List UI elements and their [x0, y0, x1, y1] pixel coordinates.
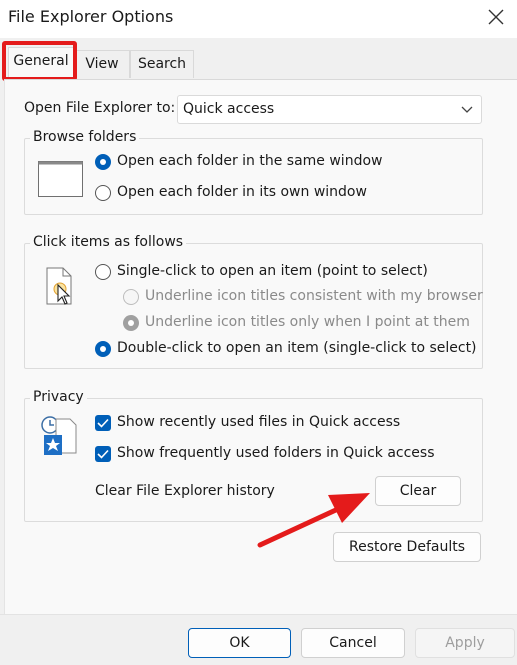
apply-button-label: Apply: [445, 635, 485, 651]
checkmark-icon: [97, 418, 109, 428]
close-icon: [488, 9, 504, 25]
click-items-title: Click items as follows: [30, 234, 187, 250]
recent-files-label: Show recently used files in Quick access: [117, 414, 401, 430]
browse-folders-title: Browse folders: [30, 129, 140, 145]
underline-browser-label: Underline icon titles consistent with my…: [145, 288, 483, 304]
privacy-title: Privacy: [30, 389, 87, 405]
radio-underline-point[interactable]: [123, 315, 139, 331]
tab-search[interactable]: Search: [130, 50, 194, 78]
ok-button[interactable]: OK: [188, 628, 291, 658]
radio-double-click[interactable]: [95, 341, 111, 357]
same-window-label: Open each folder in the same window: [117, 153, 383, 169]
tab-highlight-annotation: [2, 41, 77, 81]
close-button[interactable]: [481, 4, 511, 32]
open-to-value: Quick access: [183, 101, 275, 117]
restore-defaults-label: Restore Defaults: [348, 539, 466, 555]
tab-view[interactable]: View: [74, 50, 130, 78]
clear-button-label: Clear: [399, 483, 437, 499]
radio-underline-browser[interactable]: [123, 289, 139, 305]
underline-point-label: Underline icon titles only when I point …: [145, 314, 470, 330]
tab-search-label: Search: [137, 56, 187, 72]
open-to-label: Open File Explorer to:: [24, 100, 176, 116]
quick-access-icon: [41, 416, 77, 455]
checkbox-frequent-folders[interactable]: [95, 446, 111, 462]
clear-history-label: Clear File Explorer history: [95, 483, 275, 499]
open-to-dropdown[interactable]: Quick access: [177, 95, 482, 124]
double-click-label: Double-click to open an item (single-cli…: [117, 340, 477, 356]
ok-button-label: OK: [229, 635, 250, 651]
checkbox-recent-files[interactable]: [95, 415, 111, 431]
tab-view-label: View: [85, 56, 119, 72]
restore-defaults-button[interactable]: Restore Defaults: [333, 532, 481, 562]
cancel-button-label: Cancel: [329, 635, 377, 651]
window-icon: [38, 161, 83, 197]
title-bar: File Explorer Options: [0, 0, 517, 38]
tab-strip: General View Search: [0, 38, 517, 81]
cancel-button[interactable]: Cancel: [301, 628, 405, 658]
frequent-folders-label: Show frequently used folders in Quick ac…: [117, 445, 435, 461]
chevron-down-icon: [461, 106, 473, 113]
apply-button[interactable]: Apply: [415, 628, 515, 658]
clear-button[interactable]: Clear: [375, 476, 461, 506]
browse-folders-group: [24, 138, 483, 215]
radio-single-click[interactable]: [95, 264, 111, 280]
own-window-label: Open each folder in its own window: [117, 184, 367, 200]
window-title: File Explorer Options: [8, 7, 174, 26]
radio-same-window[interactable]: [95, 154, 111, 170]
radio-own-window[interactable]: [95, 185, 111, 201]
pointer-document-icon: [46, 267, 72, 305]
checkmark-icon: [97, 449, 109, 459]
single-click-label: Single-click to open an item (point to s…: [117, 263, 428, 279]
